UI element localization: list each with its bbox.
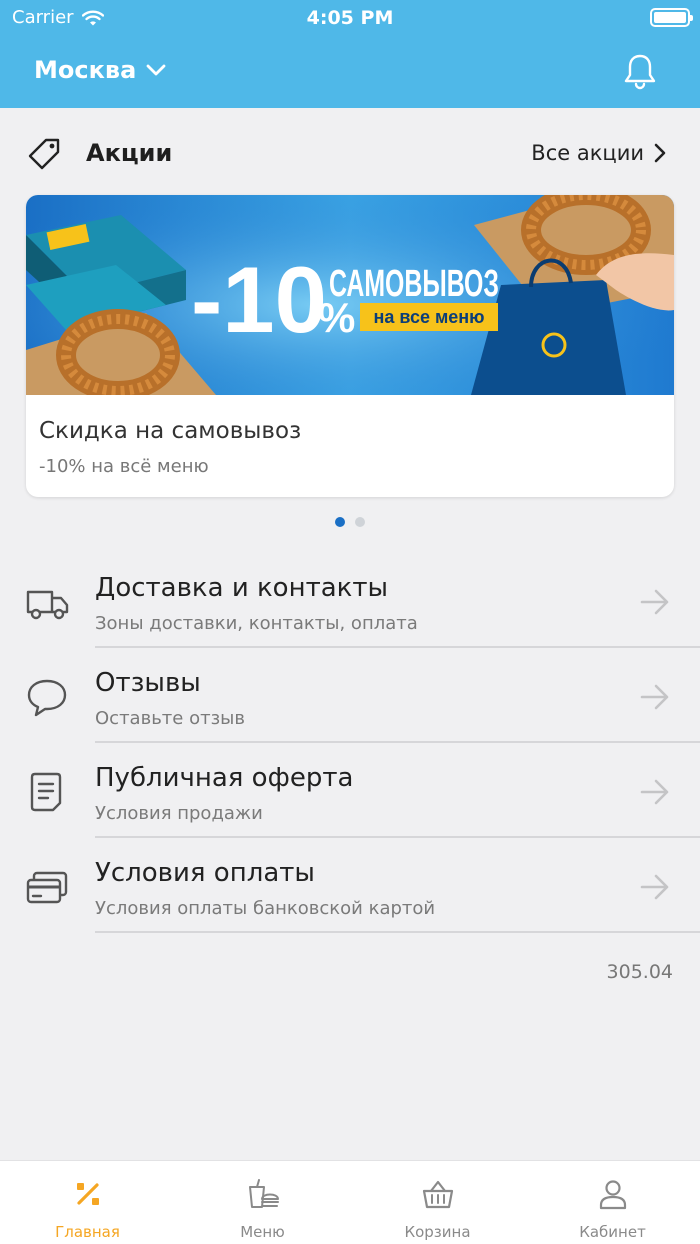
- promo-pager: [0, 517, 700, 527]
- pager-dot-active[interactable]: [335, 517, 345, 527]
- arrow-right-icon: [640, 684, 669, 710]
- chevron-right-icon: [654, 143, 666, 163]
- promotions-title: Акции: [86, 139, 173, 167]
- tab-cart[interactable]: Корзина: [350, 1161, 525, 1244]
- menu-item-subtitle: Условия продажи: [95, 803, 263, 824]
- tab-bar: Главная Меню Корзина Кабинет: [0, 1160, 700, 1244]
- city-selector[interactable]: Москва: [34, 56, 166, 84]
- document-icon: [30, 772, 62, 812]
- menu-item-title: Доставка и контакты: [95, 573, 389, 603]
- info-menu-list: Доставка и контакты Зоны доставки, конта…: [0, 553, 700, 933]
- tag-icon: [28, 138, 60, 170]
- chat-bubble-icon: [27, 679, 67, 717]
- pager-dot[interactable]: [355, 517, 365, 527]
- menu-item-offer[interactable]: Публичная оферта Условия продажи: [0, 743, 700, 838]
- tab-label: Меню: [240, 1223, 285, 1241]
- tab-home[interactable]: Главная: [0, 1161, 175, 1244]
- tab-label: Главная: [55, 1223, 120, 1241]
- promo-card-title: Скидка на самовывоз: [39, 418, 302, 444]
- menu-item-subtitle: Оставьте отзыв: [95, 708, 245, 729]
- banner-discount: -10: [191, 247, 327, 352]
- chevron-down-icon: [146, 64, 166, 76]
- tab-menu[interactable]: Меню: [175, 1161, 350, 1244]
- food-icon: [248, 1179, 279, 1208]
- city-label: Москва: [34, 56, 137, 84]
- banner-ribbon: на все меню: [373, 307, 484, 327]
- user-icon: [599, 1180, 626, 1210]
- menu-item-reviews[interactable]: Отзывы Оставьте отзыв: [0, 648, 700, 743]
- promo-banner-image: -10 % САМОВЫВОЗ на все меню: [26, 195, 674, 395]
- menu-item-subtitle: Зоны доставки, контакты, оплата: [95, 613, 418, 634]
- menu-item-title: Отзывы: [95, 668, 201, 698]
- all-promotions-link[interactable]: Все акции: [531, 141, 666, 165]
- promo-card[interactable]: -10 % САМОВЫВОЗ на все меню Скидка на са…: [26, 195, 674, 497]
- bell-icon[interactable]: [622, 52, 658, 92]
- credit-cards-icon: [26, 871, 68, 904]
- status-time: 4:05 PM: [306, 7, 394, 29]
- menu-item-title: Условия оплаты: [95, 858, 315, 888]
- status-bar: Carrier 4:05 PM: [0, 0, 700, 36]
- menu-item-title: Публичная оферта: [95, 763, 354, 793]
- tab-label: Корзина: [404, 1223, 471, 1241]
- arrow-right-icon: [640, 779, 669, 805]
- menu-item-delivery[interactable]: Доставка и контакты Зоны доставки, конта…: [0, 553, 700, 648]
- tab-label: Кабинет: [579, 1223, 646, 1241]
- tab-account[interactable]: Кабинет: [525, 1161, 700, 1244]
- divider: [95, 931, 700, 933]
- arrow-right-icon: [640, 874, 669, 900]
- app-version: 305.04: [606, 961, 673, 983]
- menu-item-subtitle: Условия оплаты банковской картой: [95, 898, 436, 919]
- percent-icon: [76, 1183, 99, 1205]
- header: Carrier 4:05 PM Москва: [0, 0, 700, 108]
- basket-icon: [422, 1180, 453, 1209]
- truck-icon: [26, 590, 69, 620]
- all-promotions-label: Все акции: [531, 141, 644, 165]
- promo-card-subtitle: -10% на всё меню: [39, 456, 209, 477]
- arrow-right-icon: [640, 589, 669, 615]
- menu-item-payment[interactable]: Условия оплаты Условия оплаты банковской…: [0, 838, 700, 933]
- battery-icon: [650, 8, 693, 27]
- banner-headline: САМОВЫВОЗ: [329, 263, 499, 305]
- promotions-header: Акции Все акции: [0, 130, 700, 176]
